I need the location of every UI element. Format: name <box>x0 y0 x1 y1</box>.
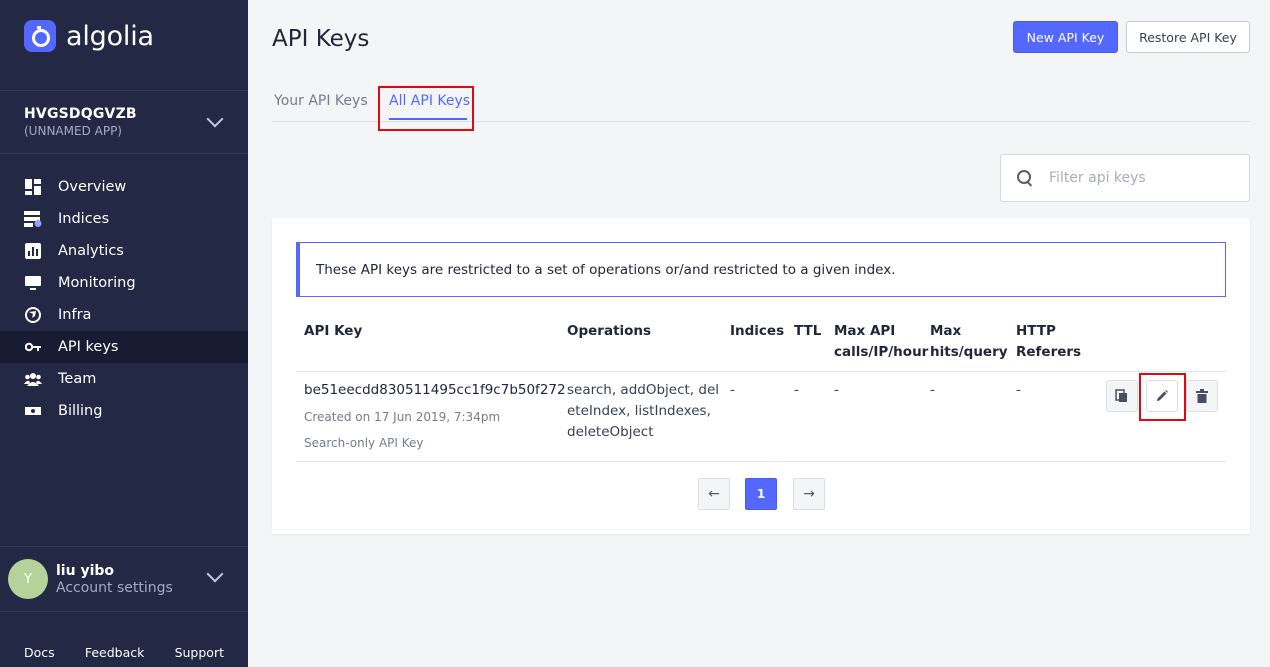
chevron-down-icon[interactable] <box>206 110 224 128</box>
billing-icon <box>24 403 42 419</box>
footer-links: Docs Feedback Support <box>24 645 224 660</box>
logo-text: algolia <box>66 20 154 52</box>
column-header-max-api-calls: Max API calls/IP/hour <box>834 323 929 360</box>
operations-cell: search, addObject, del eteIndex, listInd… <box>567 382 720 440</box>
previous-page-button[interactable]: ← <box>698 478 730 510</box>
docs-link[interactable]: Docs <box>24 645 55 660</box>
column-header-indices: Indices <box>730 323 785 339</box>
analytics-icon <box>24 243 42 259</box>
filter-api-keys-input[interactable] <box>1049 170 1239 186</box>
highlight-box <box>1139 373 1186 421</box>
column-header-ttl: TTL <box>794 323 822 339</box>
overview-icon <box>24 179 42 195</box>
sidebar-item-label: Indices <box>58 211 110 227</box>
indices-icon <box>24 211 42 227</box>
sidebar: algolia HVGSDQGVZB (UNNAMED APP) Overvie… <box>0 0 248 667</box>
highlight-box <box>378 86 474 131</box>
column-header-operations: Operations <box>567 323 652 339</box>
sidebar-item-monitoring[interactable]: Monitoring <box>0 267 248 299</box>
page-1-button[interactable]: 1 <box>745 478 777 510</box>
algolia-logo[interactable]: algolia <box>24 20 154 52</box>
divider <box>296 371 1226 372</box>
sidebar-item-label: Team <box>58 371 97 387</box>
algolia-logo-icon <box>24 20 56 52</box>
sidebar-item-label: Billing <box>58 403 103 419</box>
team-icon <box>24 371 42 387</box>
feedback-link[interactable]: Feedback <box>85 645 145 660</box>
divider <box>296 461 1226 462</box>
sidebar-item-team[interactable]: Team <box>0 363 248 395</box>
divider <box>0 90 248 91</box>
sidebar-item-label: Monitoring <box>58 275 136 291</box>
sidebar-item-indices[interactable]: Indices <box>0 203 248 235</box>
account-settings-link[interactable]: Account settings <box>56 580 173 596</box>
app-id: HVGSDQGVZB <box>24 106 137 122</box>
sidebar-item-overview[interactable]: Overview <box>0 171 248 203</box>
divider <box>0 153 248 154</box>
tab-your-api-keys[interactable]: Your API Keys <box>274 93 368 109</box>
divider <box>0 611 248 612</box>
monitoring-icon <box>24 275 42 291</box>
indices-cell: - <box>730 382 735 398</box>
sidebar-item-label: Overview <box>58 179 127 195</box>
max-api-calls-cell: - <box>834 382 839 398</box>
trash-icon <box>1196 389 1208 403</box>
referers-cell: - <box>1016 382 1021 398</box>
page-title: API Keys <box>272 26 370 52</box>
sidebar-item-api-keys[interactable]: API keys <box>0 331 248 363</box>
avatar: Y <box>8 559 48 599</box>
copy-key-button[interactable] <box>1106 380 1138 412</box>
column-header-max-hits: Max hits/query <box>930 323 1008 360</box>
restore-api-key-button[interactable]: Restore API Key <box>1126 21 1250 53</box>
app-selector[interactable]: HVGSDQGVZB (UNNAMED APP) <box>24 106 137 138</box>
copy-icon <box>1115 389 1127 402</box>
info-notice-text: These API keys are restricted to a set o… <box>316 261 896 278</box>
next-page-button[interactable]: → <box>793 478 825 510</box>
info-notice: These API keys are restricted to a set o… <box>296 242 1226 297</box>
sidebar-item-billing[interactable]: Billing <box>0 395 248 427</box>
divider <box>0 546 248 547</box>
api-key-value[interactable]: be51eecdd830511495cc1f9c7b50f272 <box>304 380 566 401</box>
new-api-key-button[interactable]: New API Key <box>1013 21 1118 53</box>
chevron-down-icon[interactable] <box>206 565 224 583</box>
app-name: (UNNAMED APP) <box>24 124 122 138</box>
ttl-cell: - <box>794 382 799 398</box>
api-keys-card: These API keys are restricted to a set o… <box>272 218 1250 534</box>
key-icon <box>24 339 42 355</box>
column-header-api-key: API Key <box>304 323 363 339</box>
infra-icon <box>24 307 42 323</box>
filter-search-box[interactable] <box>1000 154 1250 202</box>
column-header-http-referers: HTTP Referers <box>1016 323 1082 360</box>
api-key-created: Created on 17 Jun 2019, 7:34pm <box>304 410 501 424</box>
sidebar-item-label: API keys <box>58 339 119 355</box>
delete-key-button[interactable] <box>1186 380 1218 412</box>
max-hits-cell: - <box>930 382 935 398</box>
sidebar-item-infra[interactable]: Infra <box>0 299 248 331</box>
api-key-description: Search-only API Key <box>304 436 424 450</box>
user-name: liu yibo <box>56 562 115 579</box>
sidebar-item-label: Infra <box>58 307 92 323</box>
search-icon <box>1017 170 1033 186</box>
sidebar-nav: Overview Indices Analytics Monitoring In… <box>0 171 248 427</box>
account-menu[interactable]: Y liu yibo Account settings <box>8 559 173 599</box>
sidebar-item-label: Analytics <box>58 243 124 259</box>
sidebar-item-analytics[interactable]: Analytics <box>0 235 248 267</box>
support-link[interactable]: Support <box>175 645 224 660</box>
